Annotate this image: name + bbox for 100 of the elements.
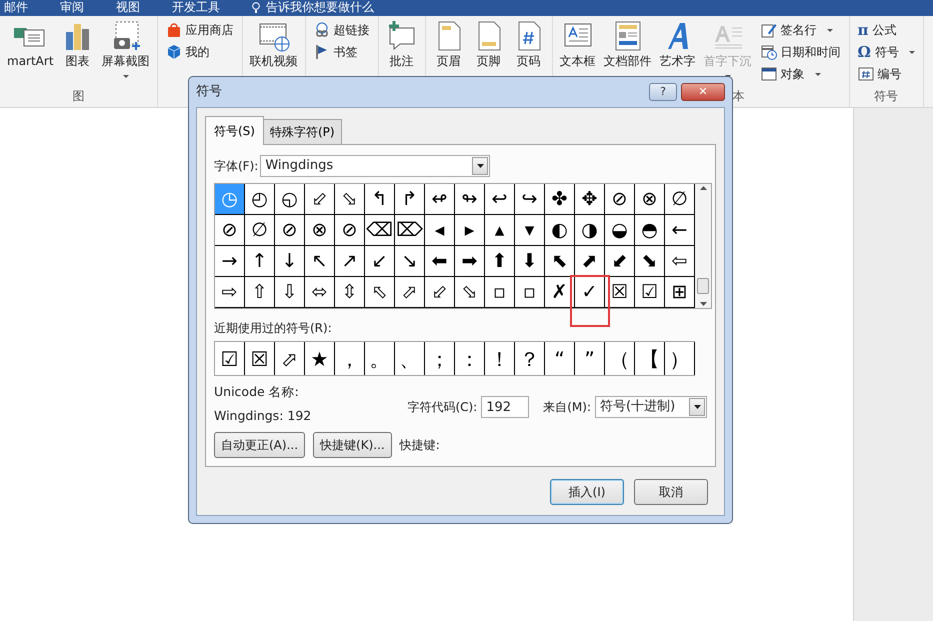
menu-tab[interactable]: 审阅 — [60, 0, 84, 14]
shortcut-key-button[interactable]: 快捷键(K)... — [313, 432, 392, 458]
symbol-cell[interactable]: ↘ — [395, 246, 425, 277]
symbol-cell[interactable]: ↫ — [425, 184, 455, 215]
symbol-cell[interactable]: ⬇ — [515, 246, 545, 277]
ribbon-button[interactable]: martArt — [4, 16, 57, 88]
ribbon-button[interactable]: Ω 符号 — [854, 41, 919, 63]
symbol-cell[interactable]: ▸ — [455, 215, 485, 246]
recent-symbol-cell[interactable]: ） — [665, 342, 695, 375]
symbol-cell[interactable]: ✥ — [575, 184, 605, 215]
symbol-cell[interactable]: ⬅ — [425, 246, 455, 277]
from-dropdown[interactable]: 符号(十进制) — [595, 396, 707, 418]
symbol-cell[interactable]: ⬈ — [575, 246, 605, 277]
symbol-cell[interactable]: ▫ — [485, 277, 515, 308]
symbol-cell[interactable]: ↖ — [305, 246, 335, 277]
symbol-cell[interactable]: ↬ — [455, 184, 485, 215]
menu-tab[interactable]: 视图 — [116, 0, 140, 14]
symbol-cell[interactable]: ⬀ — [395, 277, 425, 308]
ribbon-button[interactable]: 书签 — [310, 41, 374, 63]
symbol-cell[interactable]: ⬋ — [605, 246, 635, 277]
recent-symbol-cell[interactable]: 【 — [635, 342, 665, 375]
recent-symbol-cell[interactable]: ！ — [485, 342, 515, 375]
symbol-cell[interactable]: ◐ — [545, 215, 575, 246]
ribbon-button[interactable]: 应用商店 — [162, 19, 238, 41]
menu-tab[interactable]: 开发工具 — [172, 0, 220, 14]
symbol-cell[interactable]: ⊗ — [305, 215, 335, 246]
ribbon-button[interactable]: 批注 — [382, 16, 421, 88]
cancel-button[interactable]: 取消 — [634, 479, 708, 505]
ribbon-button[interactable]: 页脚 — [470, 16, 508, 88]
symbol-cell[interactable]: ⊘ — [335, 215, 365, 246]
ribbon-button[interactable]: 我的 — [162, 41, 238, 63]
symbol-cell[interactable]: ◂ — [425, 215, 455, 246]
ribbon-button[interactable]: 编号 — [854, 63, 919, 85]
ribbon-button[interactable]: 屏幕截图 — [98, 16, 153, 88]
symbol-cell[interactable]: ▫ — [515, 277, 545, 308]
symbol-cell[interactable]: ⇦ — [665, 246, 695, 277]
symbol-cell[interactable]: ⬂ — [335, 184, 365, 215]
symbol-cell[interactable]: ▾ — [515, 215, 545, 246]
ribbon-button[interactable]: π 公式 — [854, 19, 919, 41]
symbol-cell[interactable]: ◒ — [605, 215, 635, 246]
symbol-cell[interactable]: ▴ — [485, 215, 515, 246]
symbol-cell[interactable]: ⇧ — [245, 277, 275, 308]
symbol-cell[interactable]: ☑ — [635, 277, 665, 308]
symbol-cell[interactable]: ⇩ — [275, 277, 305, 308]
recent-symbol-cell[interactable]: （ — [605, 342, 635, 375]
symbol-cell[interactable]: ⬊ — [635, 246, 665, 277]
tab[interactable]: 符号(S) — [205, 116, 264, 145]
symbol-cell[interactable]: ◵ — [275, 184, 305, 215]
tab[interactable]: 特殊字符(P) — [262, 119, 342, 144]
symbol-cell[interactable]: ⇨ — [215, 277, 245, 308]
symbol-cell[interactable]: ↓ — [275, 246, 305, 277]
ribbon-button[interactable]: 超链接 — [310, 19, 374, 41]
symbol-cell[interactable]: ⊘ — [605, 184, 635, 215]
symbol-cell[interactable]: ➡ — [455, 246, 485, 277]
ribbon-button[interactable]: 对象 — [756, 63, 845, 85]
recent-symbol-cell[interactable]: ： — [455, 342, 485, 375]
symbol-cell[interactable]: ⬃ — [425, 277, 455, 308]
symbol-cell[interactable]: ⌦ — [395, 215, 425, 246]
symbol-cell[interactable]: ⬄ — [305, 277, 335, 308]
ribbon-button[interactable]: 页码 — [510, 16, 548, 88]
recent-symbol-cell[interactable]: “ — [545, 342, 575, 375]
scrollbar-thumb[interactable] — [697, 278, 709, 294]
symbol-cell[interactable]: ⬆ — [485, 246, 515, 277]
symbol-cell[interactable]: ◓ — [635, 215, 665, 246]
symbol-cell[interactable]: ✗ — [545, 277, 575, 308]
symbol-cell[interactable]: ⬉ — [545, 246, 575, 277]
symbol-cell[interactable]: ∅ — [665, 184, 695, 215]
symbol-cell[interactable]: ∅ — [245, 215, 275, 246]
symbol-cell[interactable]: ↰ — [365, 184, 395, 215]
font-dropdown[interactable]: Wingdings — [260, 155, 490, 177]
symbol-cell[interactable]: ⬃ — [305, 184, 335, 215]
symbol-cell[interactable]: ⊘ — [275, 215, 305, 246]
tell-me-box[interactable]: 告诉我你想要做什么 — [266, 0, 374, 14]
symbol-cell[interactable]: ⊗ — [635, 184, 665, 215]
symbol-cell[interactable]: ✓ — [575, 277, 605, 308]
symbol-cell[interactable]: ◴ — [245, 184, 275, 215]
menu-tab[interactable]: 邮件 — [4, 0, 28, 14]
symbol-cell[interactable]: ⌫ — [365, 215, 395, 246]
ribbon-button[interactable]: 页眉 — [430, 16, 468, 88]
symbol-cell[interactable]: ◑ — [575, 215, 605, 246]
symbol-cell[interactable]: ✤ — [545, 184, 575, 215]
symbol-cell[interactable]: → — [215, 246, 245, 277]
ribbon-button[interactable]: 图表 — [58, 16, 97, 88]
recent-symbol-cell[interactable]: ☒ — [245, 342, 275, 375]
recent-symbol-cell[interactable]: ？ — [515, 342, 545, 375]
symbol-cell[interactable]: ↱ — [395, 184, 425, 215]
symbol-cell[interactable]: ⊞ — [665, 277, 695, 308]
autocorrect-button[interactable]: 自动更正(A)... — [214, 432, 306, 458]
symbol-cell[interactable]: ⊘ — [215, 215, 245, 246]
scrollbar[interactable] — [695, 184, 711, 308]
symbol-cell[interactable]: ⇳ — [335, 277, 365, 308]
symbol-cell[interactable]: ☒ — [605, 277, 635, 308]
symbol-cell[interactable]: ↩ — [485, 184, 515, 215]
symbol-cell[interactable]: ↪ — [515, 184, 545, 215]
recent-symbol-cell[interactable]: 。 — [365, 342, 395, 375]
symbol-cell[interactable]: ⬂ — [455, 277, 485, 308]
recent-symbol-cell[interactable]: ” — [575, 342, 605, 375]
symbol-cell[interactable]: ↙ — [365, 246, 395, 277]
recent-symbol-cell[interactable]: ★ — [305, 342, 335, 375]
recent-symbol-cell[interactable]: ⬀ — [275, 342, 305, 375]
